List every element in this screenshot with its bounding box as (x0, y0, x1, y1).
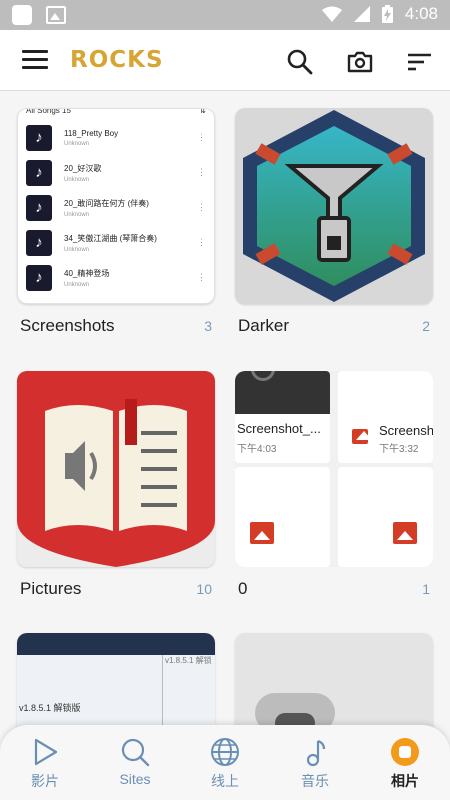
song-list-preview: All Songs 15 ⇅ ♪ 118_Pretty Boy Unknown ⋮ ♪… (18, 108, 214, 295)
photo-tile: Screenshot_... 下午4:03 (235, 371, 330, 463)
song-row: ♪ 40_精神登场 Unknown ⋮ (26, 260, 206, 295)
more-options-icon: ⋮ (197, 237, 206, 247)
song-title: 40_精神登场 (64, 268, 110, 278)
image-placeholder-icon (352, 429, 372, 444)
camera-icon[interactable] (346, 48, 374, 76)
search-icon[interactable] (286, 48, 314, 76)
nav-label: 相片 (391, 773, 419, 789)
preview-heading: v1.8.5.1 解锁版 (19, 703, 81, 713)
album-name: 0 (238, 579, 248, 598)
song-row: ♪ 20_敢问路在何方 (伴奏) Unknown ⋮ (26, 190, 206, 225)
album-count: 2 (422, 318, 430, 334)
music-note-icon: ♪ (26, 264, 52, 291)
photo-tile (338, 467, 433, 567)
globe-icon (211, 738, 239, 766)
music-note-icon: ♪ (26, 159, 52, 186)
search-icon (121, 738, 150, 767)
sort-icon[interactable] (406, 48, 434, 76)
archive-zipper-icon (243, 110, 425, 302)
photo-time: 下午4:03 (237, 444, 277, 455)
music-note-icon: ♪ (26, 124, 52, 151)
battery-charging-icon (381, 5, 393, 23)
song-row: ♪ 118_Pretty Boy Unknown ⋮ (26, 120, 206, 155)
album-count: 10 (196, 581, 212, 597)
nav-label: Sites (119, 771, 151, 787)
image-placeholder-icon (393, 522, 417, 544)
album-thumbnail[interactable] (235, 108, 433, 304)
music-note-icon: ♪ (26, 194, 52, 221)
album-name: Screenshots (20, 316, 115, 335)
photo-tile: Screensh 下午3:32 (338, 371, 433, 463)
song-artist: Unknown (64, 246, 90, 253)
nav-label: 影片 (31, 773, 59, 789)
nav-sites[interactable]: Sites (90, 725, 180, 800)
album-count: 1 (422, 581, 430, 597)
sort-arrows-icon: ⇅ (199, 108, 206, 115)
album-name: Darker (238, 316, 290, 335)
music-note-icon: ♪ (26, 229, 52, 256)
song-artist: Unknown (64, 176, 90, 183)
play-icon (34, 738, 58, 766)
song-artist: Unknown (64, 281, 90, 288)
album-card-pictures[interactable]: Pictures 10 (17, 371, 215, 599)
photo-icon (391, 738, 419, 766)
music-note-icon (306, 739, 326, 767)
nav-label: 线上 (211, 773, 239, 789)
preview-corner-text: v1.8.5.1 解锁 (165, 656, 212, 665)
bottom-navigation: 影片 Sites 线上 音乐 相片 (0, 725, 450, 800)
menu-icon[interactable] (22, 50, 48, 70)
album-name: Pictures (20, 579, 82, 598)
photo-time: 下午3:32 (379, 444, 419, 455)
album-card-0[interactable]: Screenshot_... 下午4:03 Screensh 下午3:32 0 … (235, 371, 433, 599)
more-options-icon: ⋮ (197, 202, 206, 212)
album-thumbnail[interactable]: Screenshot_... 下午4:03 Screensh 下午3:32 (235, 371, 433, 567)
more-options-icon: ⋮ (197, 167, 206, 177)
song-list-title: All Songs 15 (26, 108, 71, 115)
more-options-icon: ⋮ (197, 272, 206, 282)
app-header: ROCKS (0, 30, 450, 91)
song-row: ♪ 34_笑傲江湖曲 (琴箫合奏) Unknown ⋮ (26, 225, 206, 260)
notification-square-icon (12, 5, 32, 25)
nav-online[interactable]: 线上 (180, 725, 270, 800)
song-title: 20_敢问路在何方 (伴奏) (64, 198, 149, 208)
more-options-icon: ⋮ (197, 132, 206, 142)
nav-label: 音乐 (301, 773, 329, 789)
song-title: 118_Pretty Boy (64, 128, 119, 138)
app-logo: ROCKS (70, 47, 164, 73)
album-grid: All Songs 15 ⇅ ♪ 118_Pretty Boy Unknown ⋮ ♪… (0, 91, 450, 800)
photo-name: Screenshot_... (237, 421, 321, 436)
image-notification-icon (46, 6, 66, 24)
signal-icon (353, 6, 370, 22)
album-thumbnail[interactable] (17, 371, 215, 567)
audiobook-icon (17, 371, 215, 567)
photo-tile (235, 467, 330, 567)
song-artist: Unknown (64, 211, 90, 218)
album-thumbnail[interactable]: All Songs 15 ⇅ ♪ 118_Pretty Boy Unknown ⋮ ♪… (17, 108, 215, 304)
nav-photos[interactable]: 相片 (360, 725, 450, 800)
nav-videos[interactable]: 影片 (0, 725, 90, 800)
nav-music[interactable]: 音乐 (270, 725, 360, 800)
song-title: 20_好汉歌 (64, 163, 102, 173)
status-bar: 4:08 (0, 0, 450, 30)
song-row: ♪ 20_好汉歌 Unknown ⋮ (26, 155, 206, 190)
album-count: 3 (204, 318, 212, 334)
photo-name: Screensh (379, 423, 433, 438)
image-placeholder-icon (250, 522, 274, 544)
song-artist: Unknown (64, 140, 90, 147)
album-card-screenshots[interactable]: All Songs 15 ⇅ ♪ 118_Pretty Boy Unknown ⋮ ♪… (17, 108, 215, 336)
status-time: 4:08 (404, 4, 438, 23)
wifi-icon (321, 6, 342, 22)
song-title: 34_笑傲江湖曲 (琴箫合奏) (64, 233, 157, 243)
album-card-darker[interactable]: Darker 2 (235, 108, 433, 336)
